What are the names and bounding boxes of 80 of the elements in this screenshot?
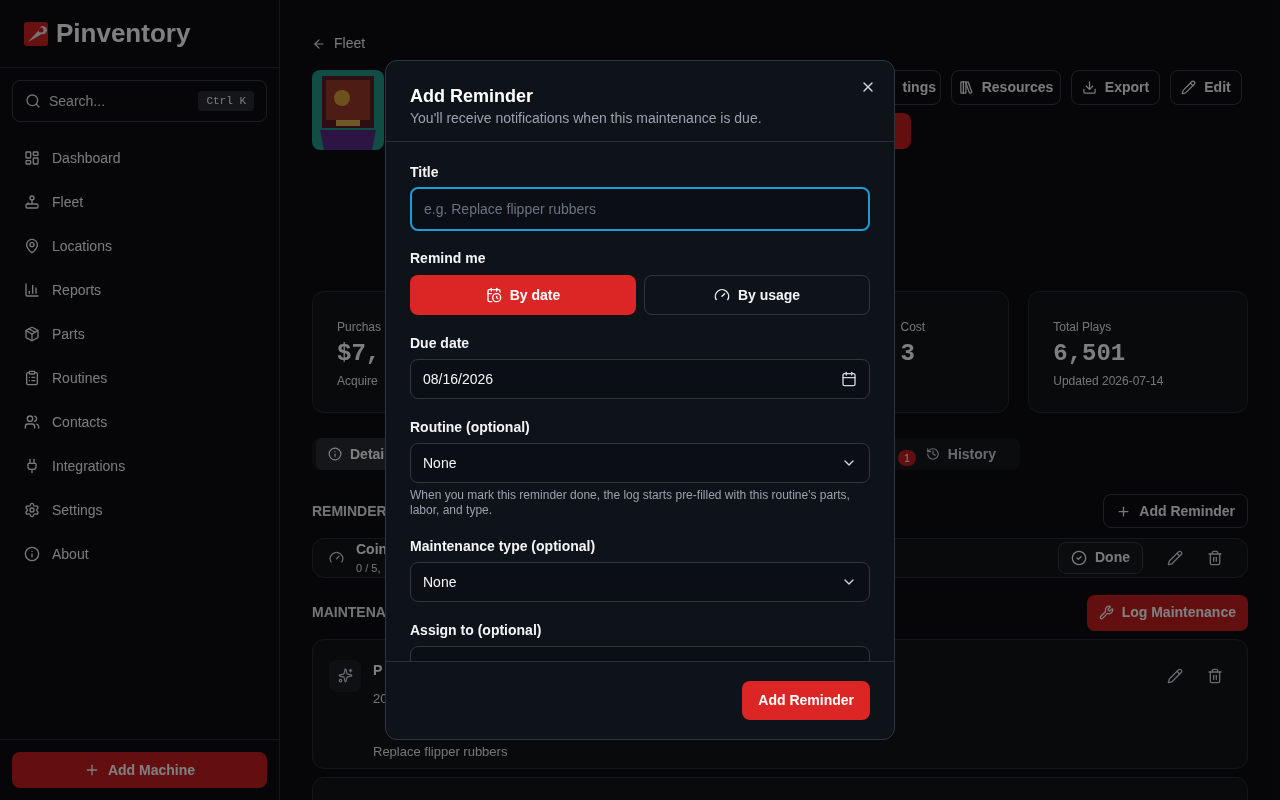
stat-subtext: Updated 2026-07-14 <box>1053 373 1164 390</box>
package-icon <box>24 326 40 342</box>
check-circle-icon <box>1071 549 1087 566</box>
reminder-usage-text: 0 / 5, <box>356 561 381 576</box>
remind-option[interactable]: By usage <box>644 275 870 315</box>
count-badge: 1 <box>898 450 916 466</box>
stat-label: Purchas <box>337 319 382 336</box>
download-icon <box>1081 80 1097 95</box>
stat-value: $7, <box>337 339 381 369</box>
nav-item[interactable]: Settings <box>12 488 267 532</box>
dialog-title: Add Reminder <box>410 85 533 108</box>
plug-icon <box>24 458 40 474</box>
settings-icon <box>24 502 40 518</box>
gauge-icon <box>713 287 730 303</box>
search-icon <box>25 93 41 109</box>
log-maintenance-button[interactable]: Log Maintenance <box>1086 594 1248 631</box>
info-icon <box>328 447 342 461</box>
search-field[interactable]: Search... Ctrl K <box>12 80 267 122</box>
nav-item[interactable]: Integrations <box>12 444 267 488</box>
nav-item[interactable]: Locations <box>12 224 267 268</box>
brand-name: Pinventory <box>56 17 191 50</box>
field-label: Assign to (optional) <box>410 621 543 640</box>
nav-item[interactable]: Routines <box>12 356 267 400</box>
nav-item[interactable]: Contacts <box>12 400 267 444</box>
nav-item[interactable]: Fleet <box>12 180 267 224</box>
pencil-icon <box>1181 80 1197 95</box>
add-reminder-button[interactable]: Add Reminder <box>742 681 870 720</box>
trash-icon[interactable] <box>1207 667 1223 684</box>
section-heading: MAINTENA <box>312 603 386 622</box>
back-link[interactable]: Fleet <box>312 33 366 54</box>
nav-item[interactable]: Dashboard <box>12 136 267 180</box>
nav-item[interactable]: Reports <box>12 268 267 312</box>
done-button[interactable]: Done <box>1058 541 1143 574</box>
plus-icon <box>1116 503 1132 519</box>
nav-item[interactable]: Parts <box>12 312 267 356</box>
stat-subtext: Acquire <box>337 373 378 390</box>
stat-value: 3 <box>900 339 915 369</box>
calendar-clock-icon <box>485 287 502 303</box>
nav-item[interactable]: About <box>12 532 267 576</box>
trash-icon[interactable] <box>1207 549 1223 566</box>
stat-label: Total Plays <box>1053 319 1112 336</box>
remind-option[interactable]: By date <box>410 275 636 315</box>
info-icon <box>24 546 40 562</box>
dialog-subtitle: You'll receive notifications when this maintenance is due. <box>410 109 762 128</box>
edit-icon[interactable] <box>1167 549 1183 566</box>
select-field[interactable]: None <box>410 443 870 483</box>
stat-value: 6,501 <box>1053 339 1126 369</box>
header-button[interactable]: Export <box>1071 70 1160 105</box>
edit-icon[interactable] <box>1167 667 1183 684</box>
users-icon <box>24 414 40 430</box>
dashboard-icon <box>24 150 40 166</box>
logo-icon <box>24 21 48 46</box>
wrench-icon <box>1098 605 1114 620</box>
tab[interactable]: History <box>913 438 1008 470</box>
field-label: Maintenance type (optional) <box>410 537 597 556</box>
field-label: Remind me <box>410 249 486 268</box>
history-icon <box>925 447 940 461</box>
stat-label: Cost <box>900 319 926 336</box>
library-icon <box>958 80 974 95</box>
bar-chart-icon <box>24 282 40 298</box>
section-heading: REMINDER <box>312 501 387 521</box>
map-pin-icon <box>24 238 40 254</box>
add-reminder-button[interactable]: Add Reminder <box>1103 494 1248 528</box>
header-button[interactable]: Edit <box>1170 70 1242 105</box>
field-label: Routine (optional) <box>410 418 531 437</box>
maintenance-note: Replace flipper rubbers <box>373 743 508 761</box>
clipboard-icon <box>24 370 40 386</box>
calendar-icon <box>841 371 857 387</box>
add-machine-button[interactable]: Add Machine <box>12 752 267 788</box>
title-field[interactable]: e.g. Replace flipper rubbers <box>410 187 870 231</box>
joystick-icon <box>24 194 40 210</box>
shortcut-key: Ctrl K <box>198 90 254 112</box>
field-label: Due date <box>410 334 471 353</box>
field-label: Title <box>410 163 439 182</box>
select-field[interactable]: None <box>410 562 870 602</box>
help-text: When you mark this reminder done, the log starts pre-filled with this routine's parts, labor, and type. <box>410 488 851 518</box>
date-field[interactable]: 08/16/2026 <box>410 359 870 399</box>
maintenance-title: P <box>373 660 383 680</box>
header-button[interactable]: Resources <box>951 70 1061 105</box>
sparkles-icon <box>329 659 361 692</box>
